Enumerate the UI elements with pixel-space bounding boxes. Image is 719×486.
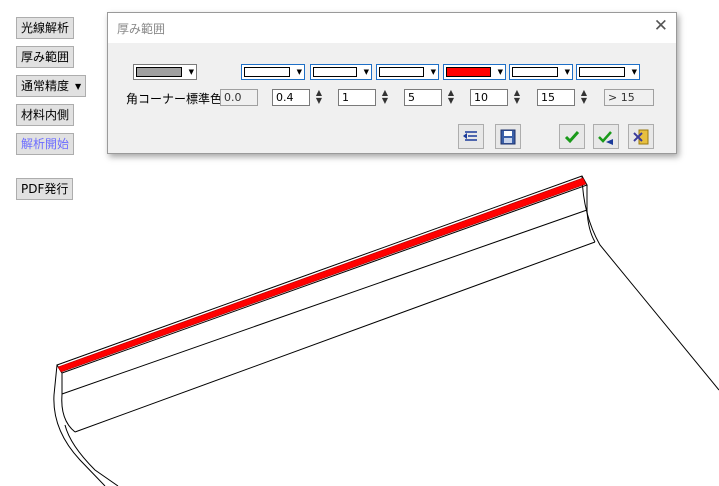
spin-down-icon[interactable]: ▼ — [579, 97, 589, 105]
threshold-spinner-1[interactable]: ▲ ▼ — [314, 89, 324, 107]
apply-button[interactable] — [593, 124, 619, 149]
chevron-down-icon: ▼ — [631, 68, 637, 76]
threshold-over-field: > 15 — [604, 89, 654, 106]
save-button[interactable] — [495, 124, 521, 149]
spin-down-icon[interactable]: ▼ — [380, 97, 390, 105]
ok-button[interactable] — [559, 124, 585, 149]
precision-dropdown[interactable]: 通常精度 ▼ — [16, 75, 87, 97]
range-color-combo-5[interactable]: ▼ — [509, 64, 573, 80]
chevron-down-icon: ▼ — [430, 68, 436, 76]
default-color-combo[interactable]: ▼ — [133, 64, 197, 80]
threshold-spinner-3[interactable]: ▲ ▼ — [446, 89, 456, 107]
corner-standard-color-label: 角コーナー標準色 — [126, 92, 223, 106]
range-color-swatch — [579, 67, 625, 77]
spin-down-icon[interactable]: ▼ — [446, 97, 456, 105]
thickness-range-button[interactable]: 厚み範囲 — [16, 46, 75, 68]
left-bend-lower — [64, 424, 119, 486]
range-color-swatch — [512, 67, 558, 77]
threshold-field-5[interactable]: 15 — [537, 89, 575, 106]
threshold-spinner-2[interactable]: ▲ ▼ — [380, 89, 390, 107]
left-bend-inner — [61, 393, 76, 433]
cancel-button[interactable] — [628, 124, 654, 149]
chevron-down-icon: ▼ — [363, 68, 369, 76]
reset-list-button[interactable] — [458, 124, 484, 149]
chevron-down-icon: ▼ — [296, 68, 302, 76]
start-analysis-button[interactable]: 解析開始 — [16, 133, 75, 155]
pdf-export-button[interactable]: PDF発行 — [16, 178, 74, 200]
threshold-field-1[interactable]: 0.4 — [272, 89, 310, 106]
spin-down-icon[interactable]: ▼ — [314, 97, 324, 105]
save-icon — [500, 129, 516, 145]
precision-label: 通常精度 — [21, 79, 70, 93]
dialog-titlebar: 厚み範囲 ✕ — [108, 13, 676, 43]
dialog-title: 厚み範囲 — [117, 22, 166, 36]
close-icon[interactable]: ✕ — [654, 17, 668, 35]
chevron-down-icon: ▼ — [564, 68, 570, 76]
material-inside-button[interactable]: 材料内側 — [16, 104, 75, 126]
reset-list-icon — [463, 131, 477, 141]
right-bend-outer — [581, 175, 719, 391]
threshold-spinner-5[interactable]: ▲ ▼ — [579, 89, 589, 107]
range-color-combo-2[interactable]: ▼ — [310, 64, 372, 80]
ray-analysis-button[interactable]: 光線解析 — [16, 17, 75, 39]
range-color-swatch — [379, 67, 424, 77]
chevron-down-icon: ▼ — [188, 68, 194, 76]
threshold-spinner-4[interactable]: ▲ ▼ — [512, 89, 522, 107]
range-color-combo-6[interactable]: ▼ — [576, 64, 640, 80]
range-color-swatch — [244, 67, 290, 77]
threshold-field-4[interactable]: 10 — [470, 89, 508, 106]
cancel-exit-icon — [633, 129, 649, 145]
range-color-swatch — [313, 67, 357, 77]
spin-down-icon[interactable]: ▼ — [512, 97, 522, 105]
threshold-field-3[interactable]: 5 — [404, 89, 442, 106]
threshold-field-2[interactable]: 1 — [338, 89, 376, 106]
chevron-down-icon: ▼ — [75, 82, 82, 91]
thickness-range-dialog: 厚み範囲 ✕ ▼ ▼ ▼ ▼ ▼ ▼ ▼ 角コーナー標準色 0.0 0.4 ▲ … — [107, 12, 677, 154]
threshold-field-0: 0.0 — [220, 89, 258, 106]
default-color-swatch — [136, 67, 182, 77]
range-color-swatch — [446, 67, 491, 77]
range-color-combo-3[interactable]: ▼ — [376, 64, 439, 80]
application-window: 光線解析 厚み範囲 通常精度 ▼ 材料内側 解析開始 PDF発行 厚み範囲 ✕ ▼… — [0, 0, 719, 486]
apply-check-icon — [598, 131, 613, 145]
range-color-combo-1[interactable]: ▼ — [241, 64, 305, 80]
range-color-combo-4[interactable]: ▼ — [443, 64, 506, 80]
rail-front-bottom-edge — [61, 209, 588, 395]
thin-region-highlight — [57, 177, 587, 373]
check-icon — [564, 131, 580, 144]
chevron-down-icon: ▼ — [497, 68, 503, 76]
